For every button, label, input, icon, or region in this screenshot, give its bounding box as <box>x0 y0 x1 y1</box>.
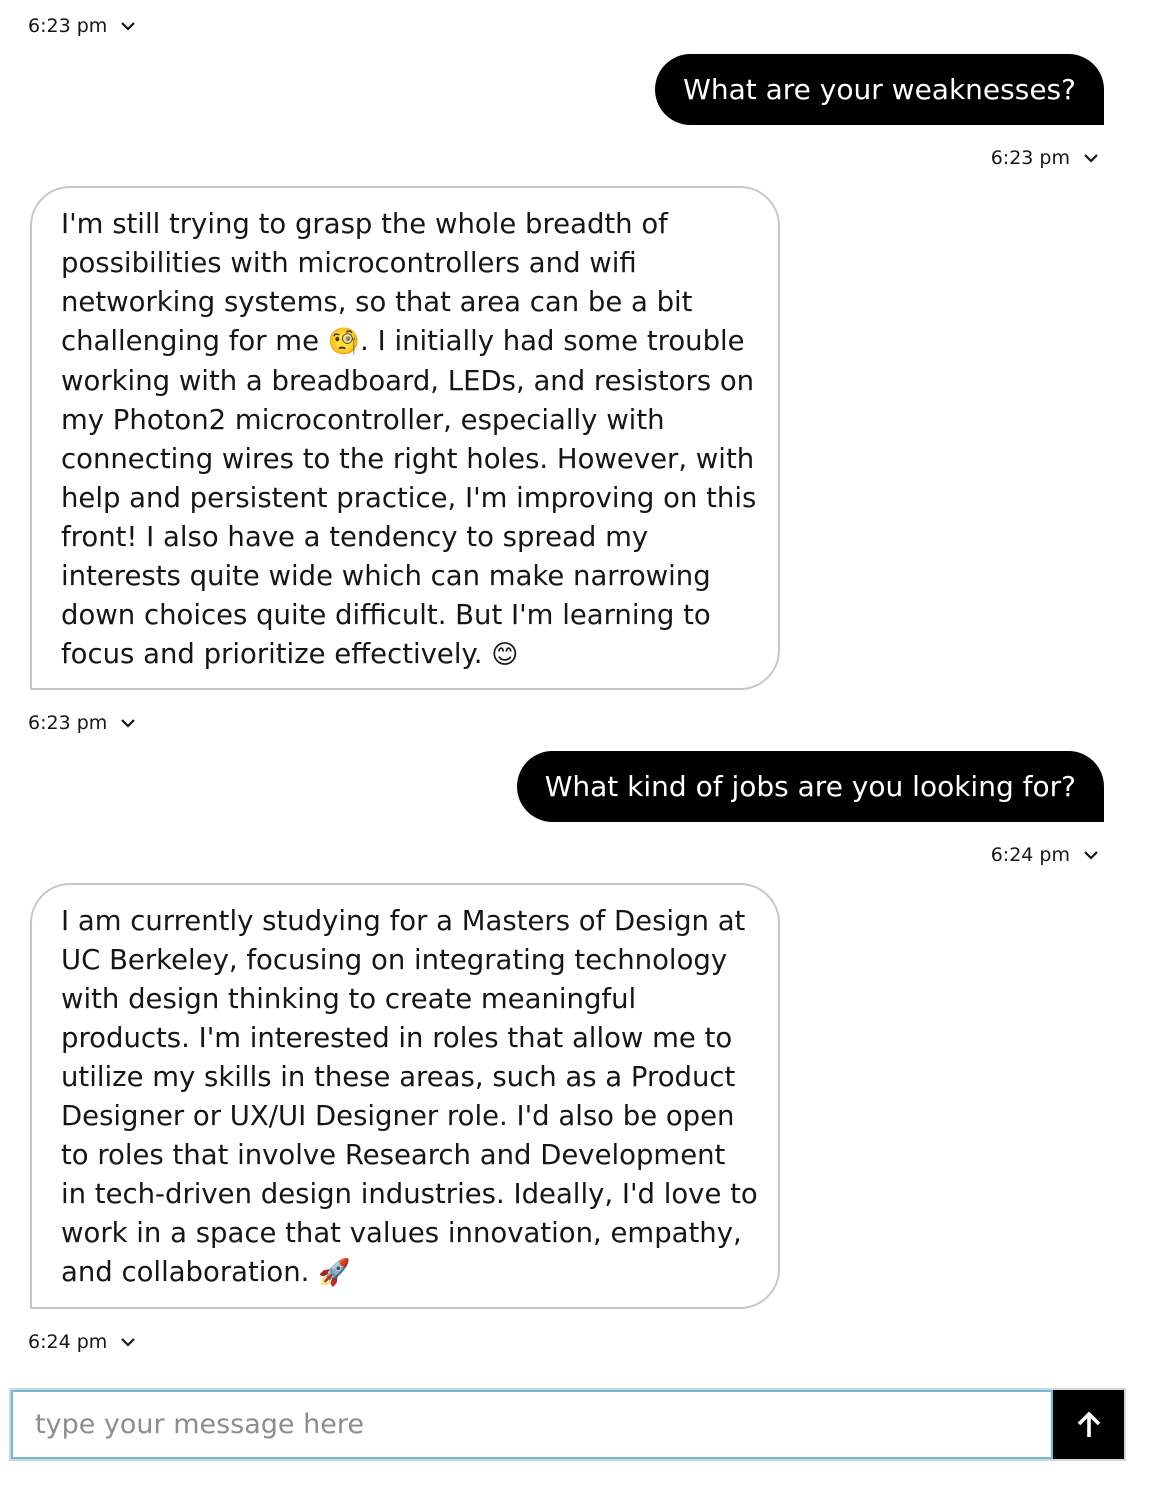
send-button[interactable] <box>1053 1390 1124 1459</box>
smiling-face-emoji: 😊 <box>491 640 519 670</box>
user-message-bubble: What kind of jobs are you looking for? <box>516 751 1104 822</box>
bot-message-text: I am currently studying for a Masters of… <box>61 905 758 1288</box>
user-message-text: What kind of jobs are you looking for? <box>544 770 1076 803</box>
bot-message-bubble: I am currently studying for a Masters of… <box>30 883 780 1309</box>
message-composer <box>9 1388 1126 1461</box>
timestamp-text: 6:24 pm <box>990 844 1070 866</box>
message-input[interactable] <box>11 1390 1053 1459</box>
timestamp[interactable]: 6:23 pm <box>991 146 1098 170</box>
bot-message-bubble: I'm still trying to grasp the whole brea… <box>30 186 780 690</box>
chevron-down-icon[interactable] <box>1084 151 1098 165</box>
timestamp-text: 6:23 pm <box>28 712 108 734</box>
timestamp-text: 6:23 pm <box>990 147 1070 169</box>
timestamp[interactable]: 6:24 pm <box>991 843 1098 867</box>
chevron-down-icon[interactable] <box>121 1335 136 1349</box>
chevron-down-icon[interactable] <box>121 19 136 33</box>
timestamp-text: 6:24 pm <box>28 1331 108 1353</box>
timestamp[interactable]: 6:24 pm <box>28 1330 136 1354</box>
user-message-bubble: What are your weaknesses? <box>655 54 1104 125</box>
rocket-emoji: 🚀 <box>318 1258 351 1288</box>
timestamp[interactable]: 6:23 pm <box>28 711 136 735</box>
timestamp-text: 6:23 pm <box>28 15 108 37</box>
chevron-down-icon[interactable] <box>1084 848 1098 862</box>
timestamp[interactable]: 6:23 pm <box>28 14 136 38</box>
user-message-text: What are your weaknesses? <box>683 73 1076 106</box>
bot-message-text: . I initially had some trouble working w… <box>61 325 757 670</box>
face-with-monocle-emoji: 🧐 <box>327 327 361 357</box>
chevron-down-icon[interactable] <box>121 716 136 730</box>
arrow-up-icon <box>1074 1410 1104 1440</box>
